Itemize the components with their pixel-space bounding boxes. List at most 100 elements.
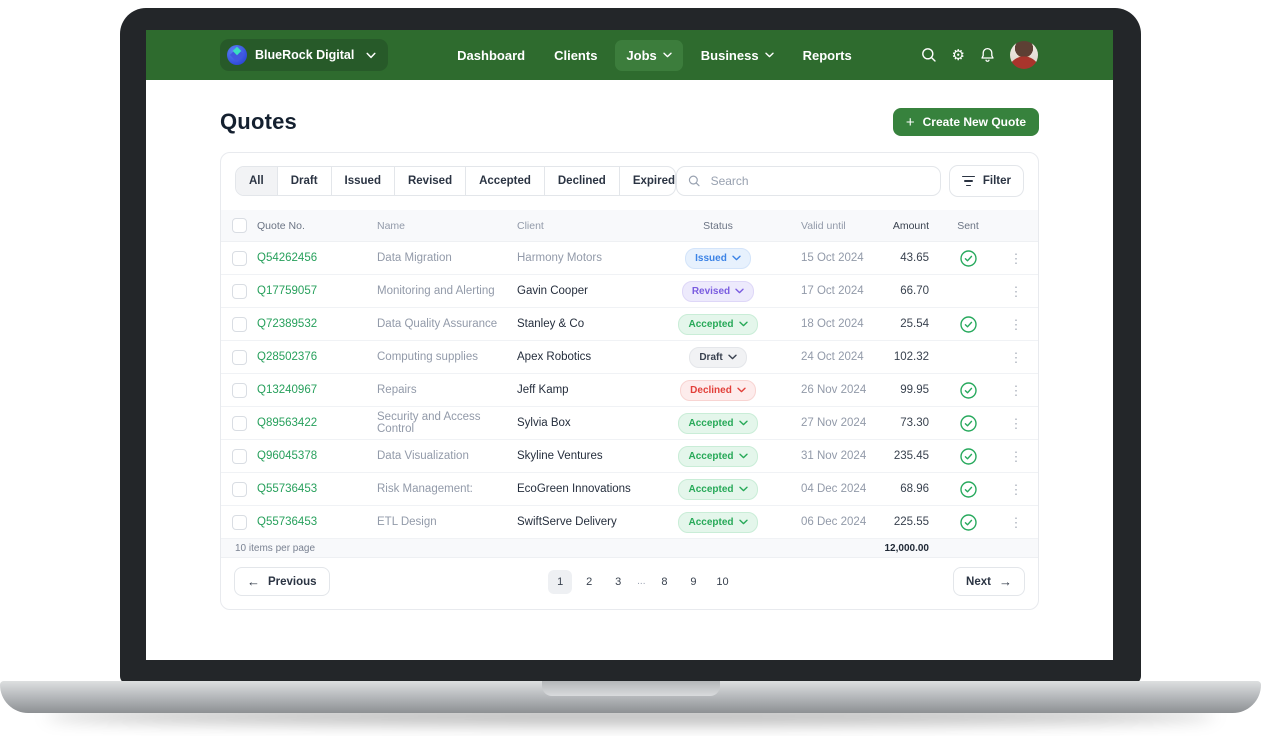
search-box bbox=[676, 166, 941, 196]
tab-declined[interactable]: Declined bbox=[545, 167, 620, 195]
nav-item-reports[interactable]: Reports bbox=[792, 40, 863, 71]
page-numbers: 1 2 3... 8 9 10 bbox=[548, 569, 734, 594]
client-name: Stanley & Co bbox=[517, 318, 585, 330]
quote-no-link[interactable]: Q13240967 bbox=[257, 384, 317, 396]
table-toolbar: All Draft Issued Revised Accepted Declined Exp… bbox=[221, 153, 1038, 210]
tab-revised[interactable]: Revised bbox=[395, 167, 467, 195]
table-row: Q55736453 ETL Design SwiftServe Delivery Ac… bbox=[221, 506, 1038, 539]
row-checkbox[interactable] bbox=[231, 382, 247, 398]
quote-no-link[interactable]: Q72389532 bbox=[257, 318, 317, 330]
row-menu-button[interactable]: ⋮ bbox=[1010, 252, 1023, 265]
quote-no-link[interactable]: Q17759057 bbox=[257, 285, 317, 297]
search-input[interactable] bbox=[708, 173, 929, 189]
quote-no-link[interactable]: Q28502376 bbox=[257, 351, 317, 363]
sent-check-icon bbox=[959, 447, 977, 465]
page-number-2[interactable]: 2 bbox=[577, 570, 601, 594]
valid-until: 31 Nov 2024 bbox=[801, 450, 867, 462]
status-badge[interactable]: Issued bbox=[685, 247, 751, 269]
bell-icon[interactable] bbox=[980, 47, 995, 63]
valid-until: 17 Oct 2024 bbox=[801, 285, 864, 297]
amount-total: 12,000.00 bbox=[884, 542, 930, 554]
next-page-button[interactable]: Next → bbox=[953, 567, 1025, 596]
tab-draft[interactable]: Draft bbox=[278, 167, 332, 195]
row-menu-button[interactable]: ⋮ bbox=[1010, 483, 1023, 496]
row-checkbox[interactable] bbox=[231, 349, 247, 365]
row-menu-button[interactable]: ⋮ bbox=[1010, 384, 1023, 397]
tab-issued[interactable]: Issued bbox=[332, 167, 395, 195]
chevron-down-icon bbox=[764, 52, 774, 58]
status-badge[interactable]: Accepted bbox=[678, 478, 758, 500]
page-header: Quotes + Create New Quote bbox=[220, 108, 1039, 136]
row-checkbox[interactable] bbox=[231, 250, 247, 266]
row-menu-button[interactable]: ⋮ bbox=[1010, 450, 1023, 463]
page-number-10[interactable]: 10 bbox=[710, 570, 734, 594]
amount: 225.55 bbox=[893, 516, 929, 528]
brand-logo-icon bbox=[227, 45, 247, 65]
laptop-base bbox=[0, 681, 1261, 713]
valid-until: 24 Oct 2024 bbox=[801, 351, 864, 363]
valid-until: 04 Dec 2024 bbox=[801, 483, 867, 495]
brand-switcher[interactable]: BlueRock Digital bbox=[220, 39, 389, 71]
chevron-down-icon bbox=[663, 52, 672, 58]
create-new-quote-button[interactable]: + Create New Quote bbox=[892, 108, 1039, 136]
quote-no-link[interactable]: Q89563422 bbox=[257, 417, 317, 429]
nav-item-jobs[interactable]: Jobs bbox=[615, 39, 683, 71]
plus-icon: + bbox=[905, 113, 915, 131]
row-menu-button[interactable]: ⋮ bbox=[1010, 417, 1023, 430]
nav-item-label: Jobs bbox=[626, 47, 657, 63]
row-checkbox[interactable] bbox=[231, 415, 247, 431]
page-number-3[interactable]: 3 bbox=[606, 570, 630, 594]
quote-no-link[interactable]: Q55736453 bbox=[257, 516, 317, 528]
column-header: Name bbox=[377, 219, 406, 232]
select-all-checkbox[interactable] bbox=[231, 218, 247, 233]
status-badge[interactable]: Declined bbox=[680, 379, 756, 401]
sent-check-icon bbox=[959, 249, 977, 267]
status-badge[interactable]: Accepted bbox=[678, 445, 758, 467]
status-badge[interactable]: Accepted bbox=[678, 313, 758, 335]
filter-button[interactable]: Filter bbox=[948, 165, 1024, 197]
status-badge[interactable]: Accepted bbox=[678, 412, 758, 434]
table-row: Q17759057 Monitoring and Alerting Gavin Co… bbox=[221, 275, 1038, 308]
quote-no-link[interactable]: Q54262456 bbox=[257, 252, 317, 264]
search-icon[interactable] bbox=[921, 47, 937, 63]
column-header: Status bbox=[703, 219, 733, 232]
row-menu-button[interactable]: ⋮ bbox=[1010, 516, 1023, 529]
quote-no-link[interactable]: Q55736453 bbox=[257, 483, 317, 495]
arrow-right-icon: → bbox=[998, 574, 1012, 589]
gear-icon[interactable]: ⚙ bbox=[952, 48, 965, 63]
nav-item-business[interactable]: Business bbox=[690, 40, 785, 71]
table-row: Q28502376 Computing supplies Apex Robotics… bbox=[221, 341, 1038, 374]
sent-check-icon bbox=[959, 513, 977, 531]
row-menu-button[interactable]: ⋮ bbox=[1010, 318, 1023, 331]
column-header: Valid until bbox=[801, 219, 846, 232]
previous-page-button[interactable]: ← Previous bbox=[234, 567, 330, 596]
tab-accepted[interactable]: Accepted bbox=[466, 167, 545, 195]
row-checkbox[interactable] bbox=[231, 448, 247, 464]
amount: 43.65 bbox=[900, 252, 929, 264]
sent-cell bbox=[933, 414, 1003, 432]
row-checkbox[interactable] bbox=[231, 283, 247, 299]
page-number-8[interactable]: 8 bbox=[652, 570, 676, 594]
tab-all[interactable]: All bbox=[236, 167, 278, 195]
status-badge[interactable]: Draft bbox=[689, 346, 747, 368]
page-number-9[interactable]: 9 bbox=[681, 570, 705, 594]
row-menu-button[interactable]: ⋮ bbox=[1010, 351, 1023, 364]
status-badge[interactable]: Revised bbox=[681, 280, 755, 302]
tab-expired[interactable]: Expired bbox=[620, 167, 675, 195]
row-menu-button[interactable]: ⋮ bbox=[1010, 285, 1023, 298]
nav-item-dashboard[interactable]: Dashboard bbox=[446, 40, 536, 71]
row-checkbox[interactable] bbox=[231, 481, 247, 497]
nav-item-clients[interactable]: Clients bbox=[543, 40, 608, 71]
page-number-1[interactable]: 1 bbox=[548, 569, 573, 594]
column-header: Quote No. bbox=[257, 219, 305, 232]
quote-no-link[interactable]: Q96045378 bbox=[257, 450, 317, 462]
avatar[interactable] bbox=[1010, 41, 1038, 69]
row-checkbox[interactable] bbox=[231, 316, 247, 332]
row-checkbox[interactable] bbox=[231, 514, 247, 530]
column-header: Client bbox=[517, 219, 544, 232]
filter-icon bbox=[961, 175, 975, 187]
search-icon bbox=[688, 175, 700, 187]
chevron-down-icon bbox=[738, 486, 748, 492]
sent-check-icon bbox=[959, 381, 977, 399]
status-badge[interactable]: Accepted bbox=[678, 511, 758, 533]
